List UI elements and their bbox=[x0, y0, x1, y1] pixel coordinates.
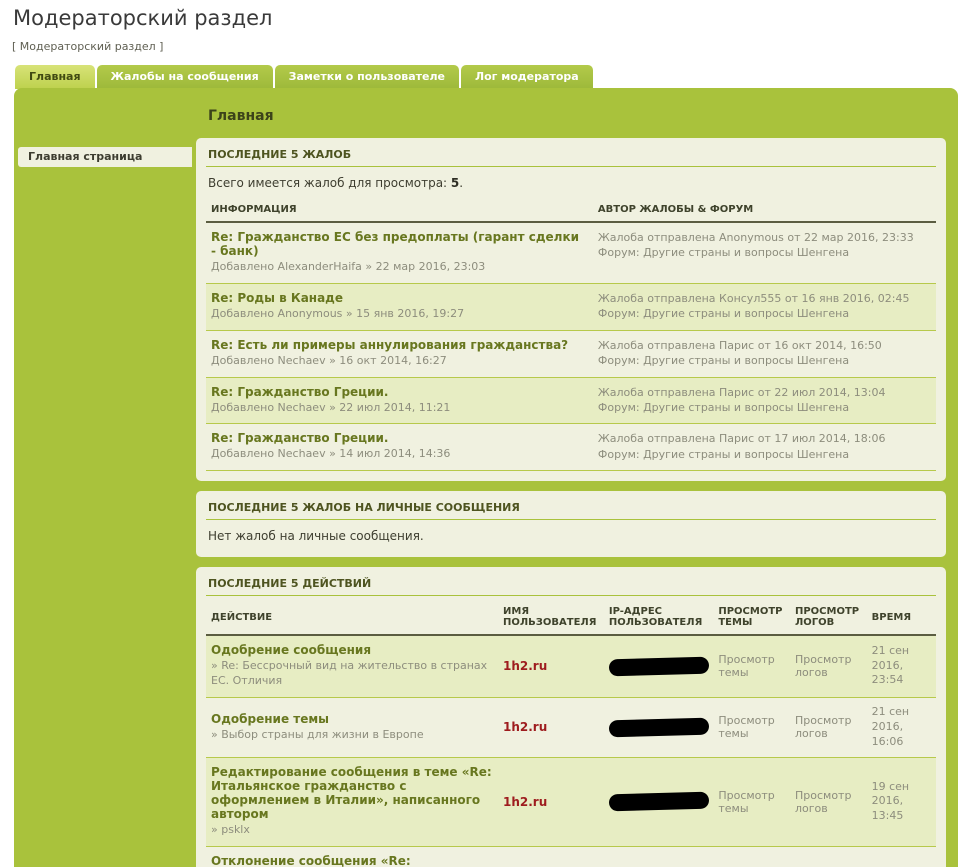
report-reporter-info: Жалоба отправлена Парис от 22 июл 2014, … bbox=[598, 385, 931, 400]
latest-pm-reports-panel: ПОСЛЕДНИЕ 5 ЖАЛОБ НА ЛИЧНЫЕ СООБЩЕНИЯ Не… bbox=[196, 491, 946, 557]
mcp-page: Модераторский раздел [ Модераторский раз… bbox=[0, 0, 967, 867]
report-posted-info: Добавлено AlexanderHaifa » 22 мар 2016, … bbox=[211, 260, 588, 275]
report-row: Re: Гражданство ЕС без предоплаты (гаран… bbox=[206, 222, 936, 283]
latest-actions-title: ПОСЛЕДНИЕ 5 ДЕЙСТВИЙ bbox=[206, 573, 936, 596]
action-row: Одобрение сообщения » Re: Бессрочный вид… bbox=[206, 635, 936, 697]
action-title: Одобрение сообщения bbox=[211, 643, 493, 657]
ip-redaction-bar bbox=[609, 656, 709, 676]
reports-col-information: ИНФОРМАЦИЯ bbox=[206, 198, 593, 222]
tab-post-reports[interactable]: Жалобы на сообщения bbox=[97, 65, 273, 89]
tab-user-notes[interactable]: Заметки о пользователе bbox=[275, 65, 459, 89]
action-time: 17 сен 2016 bbox=[867, 847, 936, 867]
latest-reports-panel: ПОСЛЕДНИЕ 5 ЖАЛОБ Всего имеется жалоб дл… bbox=[196, 138, 946, 481]
report-forum-info: Форум: Другие страны и вопросы Шенгена bbox=[598, 306, 931, 321]
report-posted-info: Добавлено Anonymous » 15 янв 2016, 19:27 bbox=[211, 307, 588, 322]
mcp-container: Главная страница Главная ПОСЛЕДНИЕ 5 ЖАЛ… bbox=[14, 88, 958, 867]
page-heading: Главная bbox=[208, 108, 946, 124]
latest-pm-reports-title: ПОСЛЕДНИЕ 5 ЖАЛОБ НА ЛИЧНЫЕ СООБЩЕНИЯ bbox=[206, 497, 936, 520]
report-forum-info: Форум: Другие страны и вопросы Шенгена bbox=[598, 447, 931, 462]
username-link[interactable]: 1h2.ru bbox=[503, 659, 547, 673]
actions-col-action: ДЕЙСТВИЕ bbox=[206, 600, 498, 635]
report-row: Re: Роды в Канаде Добавлено Anonymous » … bbox=[206, 283, 936, 330]
report-reporter-info: Жалоба отправлена Консул555 от 16 янв 20… bbox=[598, 291, 931, 306]
report-row: Re: Гражданство Греции. Добавлено Nechae… bbox=[206, 377, 936, 424]
page-title: Модераторский раздел bbox=[13, 6, 272, 30]
actions-col-ip: IP-АДРЕС ПОЛЬЗОВАТЕЛЯ bbox=[604, 600, 714, 635]
reports-header-row: ИНФОРМАЦИЯ АВТОР ЖАЛОБЫ & ФОРУМ bbox=[206, 198, 936, 222]
report-subject-link[interactable]: Re: Роды в Канаде bbox=[211, 291, 588, 305]
breadcrumb[interactable]: [ Модераторский раздел ] bbox=[12, 40, 163, 53]
view-logs-link[interactable]: Просмотр логов bbox=[795, 789, 851, 815]
tab-main[interactable]: Главная bbox=[15, 65, 95, 89]
action-row: Отклонение сообщения «Re: Мошенничество … bbox=[206, 847, 936, 867]
reports-table: ИНФОРМАЦИЯ АВТОР ЖАЛОБЫ & ФОРУМ Re: Граж… bbox=[206, 198, 936, 471]
action-detail: » Re: Бессрочный вид на жительство в стр… bbox=[211, 659, 493, 689]
reports-summary: Всего имеется жалоб для просмотра: 5. bbox=[206, 167, 936, 198]
report-posted-info: Добавлено Nechaev » 16 окт 2014, 16:27 bbox=[211, 354, 588, 369]
action-row: Редактирование сообщения в теме «Re: Ита… bbox=[206, 758, 936, 847]
ip-redaction-bar bbox=[609, 717, 709, 737]
report-subject-link[interactable]: Re: Гражданство Греции. bbox=[211, 431, 588, 445]
actions-col-username: ИМЯ ПОЛЬЗОВАТЕЛЯ bbox=[498, 600, 604, 635]
report-reporter-info: Жалоба отправлена Парис от 16 окт 2014, … bbox=[598, 338, 931, 353]
latest-actions-panel: ПОСЛЕДНИЕ 5 ДЕЙСТВИЙ ДЕЙСТВИЕ ИМЯ ПОЛЬЗО… bbox=[196, 567, 946, 867]
report-subject-link[interactable]: Re: Есть ли примеры аннулирования гражда… bbox=[211, 338, 588, 352]
report-forum-info: Форум: Другие страны и вопросы Шенгена bbox=[598, 400, 931, 415]
action-detail: » Выбор страны для жизни в Европе bbox=[211, 728, 493, 743]
reports-summary-text: Всего имеется жалоб для просмотра: bbox=[208, 176, 451, 190]
view-logs-link[interactable]: Просмотр логов bbox=[795, 714, 851, 740]
ip-redaction-bar bbox=[609, 792, 709, 812]
action-time: 21 сен 2016, 23:54 bbox=[867, 635, 936, 697]
action-time: 19 сен 2016, 13:45 bbox=[867, 758, 936, 847]
report-subject-link[interactable]: Re: Гражданство Греции. bbox=[211, 385, 588, 399]
actions-col-time: ВРЕМЯ bbox=[867, 600, 936, 635]
report-posted-info: Добавлено Nechaev » 22 июл 2014, 11:21 bbox=[211, 401, 588, 416]
pm-reports-empty-text: Нет жалоб на личные сообщения. bbox=[206, 520, 936, 547]
report-posted-info: Добавлено Nechaev » 14 июл 2014, 14:36 bbox=[211, 447, 588, 462]
action-detail: » psklx bbox=[211, 823, 493, 838]
actions-header-row: ДЕЙСТВИЕ ИМЯ ПОЛЬЗОВАТЕЛЯ IP-АДРЕС ПОЛЬЗ… bbox=[206, 600, 936, 635]
tab-bar: Главная Жалобы на сообщения Заметки о по… bbox=[15, 65, 593, 89]
report-row: Re: Гражданство Греции. Добавлено Nechae… bbox=[206, 424, 936, 471]
report-reporter-info: Жалоба отправлена Anonymous от 22 мар 20… bbox=[598, 230, 931, 245]
action-title: Одобрение темы bbox=[211, 712, 493, 726]
tab-moderator-log[interactable]: Лог модератора bbox=[461, 65, 593, 89]
latest-reports-title: ПОСЛЕДНИЕ 5 ЖАЛОБ bbox=[206, 144, 936, 167]
action-time: 21 сен 2016, 16:06 bbox=[867, 697, 936, 758]
view-logs-link[interactable]: Просмотр логов bbox=[795, 653, 851, 679]
reports-col-author-forum: АВТОР ЖАЛОБЫ & ФОРУМ bbox=[593, 198, 936, 222]
username-link[interactable]: 1h2.ru bbox=[503, 795, 547, 809]
action-row: Одобрение темы » Выбор страны для жизни … bbox=[206, 697, 936, 758]
mcp-content: Главная ПОСЛЕДНИЕ 5 ЖАЛОБ Всего имеется … bbox=[196, 88, 958, 867]
report-forum-info: Форум: Другие страны и вопросы Шенгена bbox=[598, 245, 931, 260]
actions-col-view-logs: ПРОСМОТР ЛОГОВ bbox=[790, 600, 867, 635]
username-link[interactable]: 1h2.ru bbox=[503, 720, 547, 734]
sidebar-item-main-page[interactable]: Главная страница bbox=[18, 147, 192, 167]
action-title: Отклонение сообщения «Re: Мошенничество … bbox=[211, 854, 493, 867]
view-topic-link[interactable]: Просмотр темы bbox=[718, 714, 774, 740]
action-title: Редактирование сообщения в теме «Re: Ита… bbox=[211, 765, 493, 821]
report-row: Re: Есть ли примеры аннулирования гражда… bbox=[206, 330, 936, 377]
actions-col-view-topic: ПРОСМОТР ТЕМЫ bbox=[713, 600, 790, 635]
report-forum-info: Форум: Другие страны и вопросы Шенгена bbox=[598, 353, 931, 368]
view-topic-link[interactable]: Просмотр темы bbox=[718, 789, 774, 815]
view-topic-link[interactable]: Просмотр темы bbox=[718, 653, 774, 679]
report-reporter-info: Жалоба отправлена Парис от 17 июл 2014, … bbox=[598, 431, 931, 446]
actions-table: ДЕЙСТВИЕ ИМЯ ПОЛЬЗОВАТЕЛЯ IP-АДРЕС ПОЛЬЗ… bbox=[206, 600, 936, 867]
report-subject-link[interactable]: Re: Гражданство ЕС без предоплаты (гаран… bbox=[211, 230, 588, 258]
